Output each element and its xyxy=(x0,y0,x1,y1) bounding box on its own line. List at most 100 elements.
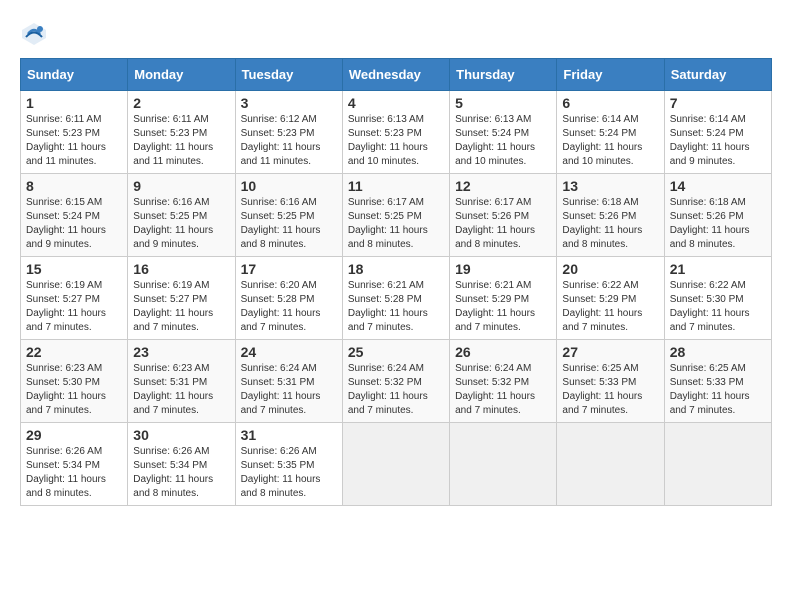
calendar-cell: 28 Sunrise: 6:25 AMSunset: 5:33 PMDaylig… xyxy=(664,340,771,423)
calendar-cell: 19 Sunrise: 6:21 AMSunset: 5:29 PMDaylig… xyxy=(450,257,557,340)
day-number: 29 xyxy=(26,427,122,443)
calendar-cell: 26 Sunrise: 6:24 AMSunset: 5:32 PMDaylig… xyxy=(450,340,557,423)
calendar-cell: 17 Sunrise: 6:20 AMSunset: 5:28 PMDaylig… xyxy=(235,257,342,340)
day-info: Sunrise: 6:13 AMSunset: 5:23 PMDaylight:… xyxy=(348,113,444,169)
day-number: 3 xyxy=(241,95,337,111)
day-number: 9 xyxy=(133,178,229,194)
calendar-cell: 21 Sunrise: 6:22 AMSunset: 5:30 PMDaylig… xyxy=(664,257,771,340)
day-number: 30 xyxy=(133,427,229,443)
day-info: Sunrise: 6:25 AMSunset: 5:33 PMDaylight:… xyxy=(670,362,766,418)
day-info: Sunrise: 6:21 AMSunset: 5:28 PMDaylight:… xyxy=(348,279,444,335)
calendar-cell: 10 Sunrise: 6:16 AMSunset: 5:25 PMDaylig… xyxy=(235,174,342,257)
day-info: Sunrise: 6:15 AMSunset: 5:24 PMDaylight:… xyxy=(26,196,122,252)
calendar-week-4: 22 Sunrise: 6:23 AMSunset: 5:30 PMDaylig… xyxy=(21,340,772,423)
header xyxy=(20,20,772,48)
day-info: Sunrise: 6:18 AMSunset: 5:26 PMDaylight:… xyxy=(670,196,766,252)
day-number: 8 xyxy=(26,178,122,194)
calendar-cell: 7 Sunrise: 6:14 AMSunset: 5:24 PMDayligh… xyxy=(664,91,771,174)
day-info: Sunrise: 6:22 AMSunset: 5:30 PMDaylight:… xyxy=(670,279,766,335)
calendar-cell: 24 Sunrise: 6:24 AMSunset: 5:31 PMDaylig… xyxy=(235,340,342,423)
header-day-friday: Friday xyxy=(557,59,664,91)
day-number: 7 xyxy=(670,95,766,111)
calendar-cell: 11 Sunrise: 6:17 AMSunset: 5:25 PMDaylig… xyxy=(342,174,449,257)
calendar-week-5: 29 Sunrise: 6:26 AMSunset: 5:34 PMDaylig… xyxy=(21,423,772,506)
day-info: Sunrise: 6:23 AMSunset: 5:31 PMDaylight:… xyxy=(133,362,229,418)
header-day-saturday: Saturday xyxy=(664,59,771,91)
calendar-cell: 3 Sunrise: 6:12 AMSunset: 5:23 PMDayligh… xyxy=(235,91,342,174)
day-number: 27 xyxy=(562,344,658,360)
day-info: Sunrise: 6:23 AMSunset: 5:30 PMDaylight:… xyxy=(26,362,122,418)
calendar-cell: 31 Sunrise: 6:26 AMSunset: 5:35 PMDaylig… xyxy=(235,423,342,506)
day-info: Sunrise: 6:26 AMSunset: 5:35 PMDaylight:… xyxy=(241,445,337,501)
calendar-header-row: SundayMondayTuesdayWednesdayThursdayFrid… xyxy=(21,59,772,91)
calendar-body: 1 Sunrise: 6:11 AMSunset: 5:23 PMDayligh… xyxy=(21,91,772,506)
logo xyxy=(20,20,52,48)
calendar-cell: 14 Sunrise: 6:18 AMSunset: 5:26 PMDaylig… xyxy=(664,174,771,257)
header-day-sunday: Sunday xyxy=(21,59,128,91)
day-info: Sunrise: 6:19 AMSunset: 5:27 PMDaylight:… xyxy=(133,279,229,335)
calendar-cell: 9 Sunrise: 6:16 AMSunset: 5:25 PMDayligh… xyxy=(128,174,235,257)
day-info: Sunrise: 6:26 AMSunset: 5:34 PMDaylight:… xyxy=(133,445,229,501)
day-number: 24 xyxy=(241,344,337,360)
day-number: 11 xyxy=(348,178,444,194)
calendar-cell: 23 Sunrise: 6:23 AMSunset: 5:31 PMDaylig… xyxy=(128,340,235,423)
day-info: Sunrise: 6:24 AMSunset: 5:32 PMDaylight:… xyxy=(348,362,444,418)
calendar-cell: 20 Sunrise: 6:22 AMSunset: 5:29 PMDaylig… xyxy=(557,257,664,340)
day-info: Sunrise: 6:22 AMSunset: 5:29 PMDaylight:… xyxy=(562,279,658,335)
calendar-cell: 8 Sunrise: 6:15 AMSunset: 5:24 PMDayligh… xyxy=(21,174,128,257)
calendar-cell: 15 Sunrise: 6:19 AMSunset: 5:27 PMDaylig… xyxy=(21,257,128,340)
calendar-table: SundayMondayTuesdayWednesdayThursdayFrid… xyxy=(20,58,772,506)
calendar-week-2: 8 Sunrise: 6:15 AMSunset: 5:24 PMDayligh… xyxy=(21,174,772,257)
day-number: 13 xyxy=(562,178,658,194)
day-number: 15 xyxy=(26,261,122,277)
calendar-cell: 25 Sunrise: 6:24 AMSunset: 5:32 PMDaylig… xyxy=(342,340,449,423)
day-number: 16 xyxy=(133,261,229,277)
day-info: Sunrise: 6:12 AMSunset: 5:23 PMDaylight:… xyxy=(241,113,337,169)
day-number: 18 xyxy=(348,261,444,277)
header-day-thursday: Thursday xyxy=(450,59,557,91)
day-number: 14 xyxy=(670,178,766,194)
calendar-cell: 18 Sunrise: 6:21 AMSunset: 5:28 PMDaylig… xyxy=(342,257,449,340)
day-number: 5 xyxy=(455,95,551,111)
calendar-week-1: 1 Sunrise: 6:11 AMSunset: 5:23 PMDayligh… xyxy=(21,91,772,174)
day-info: Sunrise: 6:17 AMSunset: 5:26 PMDaylight:… xyxy=(455,196,551,252)
day-info: Sunrise: 6:16 AMSunset: 5:25 PMDaylight:… xyxy=(133,196,229,252)
day-number: 1 xyxy=(26,95,122,111)
day-info: Sunrise: 6:14 AMSunset: 5:24 PMDaylight:… xyxy=(562,113,658,169)
calendar-week-3: 15 Sunrise: 6:19 AMSunset: 5:27 PMDaylig… xyxy=(21,257,772,340)
calendar-cell: 5 Sunrise: 6:13 AMSunset: 5:24 PMDayligh… xyxy=(450,91,557,174)
day-info: Sunrise: 6:21 AMSunset: 5:29 PMDaylight:… xyxy=(455,279,551,335)
header-day-tuesday: Tuesday xyxy=(235,59,342,91)
calendar-cell: 13 Sunrise: 6:18 AMSunset: 5:26 PMDaylig… xyxy=(557,174,664,257)
day-info: Sunrise: 6:13 AMSunset: 5:24 PMDaylight:… xyxy=(455,113,551,169)
calendar-cell xyxy=(342,423,449,506)
day-number: 25 xyxy=(348,344,444,360)
calendar-cell: 29 Sunrise: 6:26 AMSunset: 5:34 PMDaylig… xyxy=(21,423,128,506)
day-number: 20 xyxy=(562,261,658,277)
day-info: Sunrise: 6:25 AMSunset: 5:33 PMDaylight:… xyxy=(562,362,658,418)
day-number: 2 xyxy=(133,95,229,111)
day-info: Sunrise: 6:18 AMSunset: 5:26 PMDaylight:… xyxy=(562,196,658,252)
calendar-cell xyxy=(450,423,557,506)
day-number: 31 xyxy=(241,427,337,443)
calendar-cell: 1 Sunrise: 6:11 AMSunset: 5:23 PMDayligh… xyxy=(21,91,128,174)
day-info: Sunrise: 6:20 AMSunset: 5:28 PMDaylight:… xyxy=(241,279,337,335)
calendar-cell: 12 Sunrise: 6:17 AMSunset: 5:26 PMDaylig… xyxy=(450,174,557,257)
day-info: Sunrise: 6:16 AMSunset: 5:25 PMDaylight:… xyxy=(241,196,337,252)
day-info: Sunrise: 6:11 AMSunset: 5:23 PMDaylight:… xyxy=(26,113,122,169)
day-number: 6 xyxy=(562,95,658,111)
header-day-wednesday: Wednesday xyxy=(342,59,449,91)
calendar-cell: 6 Sunrise: 6:14 AMSunset: 5:24 PMDayligh… xyxy=(557,91,664,174)
day-number: 23 xyxy=(133,344,229,360)
day-number: 21 xyxy=(670,261,766,277)
calendar-cell: 30 Sunrise: 6:26 AMSunset: 5:34 PMDaylig… xyxy=(128,423,235,506)
calendar-cell: 27 Sunrise: 6:25 AMSunset: 5:33 PMDaylig… xyxy=(557,340,664,423)
day-number: 4 xyxy=(348,95,444,111)
day-number: 26 xyxy=(455,344,551,360)
day-info: Sunrise: 6:24 AMSunset: 5:31 PMDaylight:… xyxy=(241,362,337,418)
day-info: Sunrise: 6:24 AMSunset: 5:32 PMDaylight:… xyxy=(455,362,551,418)
day-info: Sunrise: 6:19 AMSunset: 5:27 PMDaylight:… xyxy=(26,279,122,335)
header-day-monday: Monday xyxy=(128,59,235,91)
calendar-cell xyxy=(557,423,664,506)
day-info: Sunrise: 6:26 AMSunset: 5:34 PMDaylight:… xyxy=(26,445,122,501)
